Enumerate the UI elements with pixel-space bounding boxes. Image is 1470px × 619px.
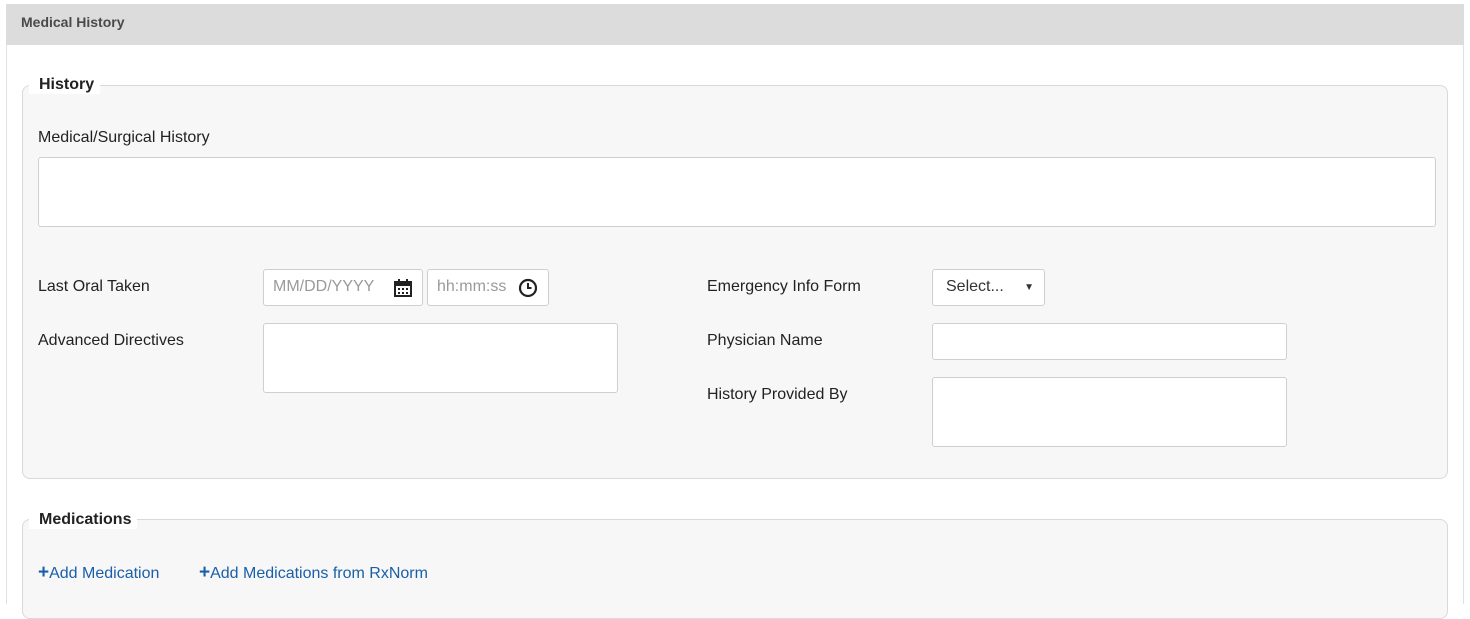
plus-icon: +: [38, 562, 50, 583]
caret-down-icon: ▼: [1024, 282, 1034, 293]
advanced-directives-textarea[interactable]: [263, 323, 618, 393]
add-medication-label: Add Medication: [49, 565, 160, 582]
add-medications-rxnorm-link[interactable]: +Add Medications from RxNorm: [199, 562, 428, 584]
medical-surgical-history-textarea[interactable]: [38, 157, 1436, 227]
emergency-info-selected: Select...: [946, 278, 1004, 295]
physician-name-label: Physician Name: [707, 332, 823, 349]
date-placeholder: MM/DD/YYYY: [273, 278, 375, 295]
history-provided-by-label: History Provided By: [707, 386, 848, 403]
add-rxnorm-label: Add Medications from RxNorm: [210, 565, 428, 582]
last-oral-date-input[interactable]: MM/DD/YYYY: [263, 269, 423, 306]
calendar-icon[interactable]: [393, 278, 413, 298]
history-provided-by-textarea[interactable]: [932, 377, 1287, 447]
medications-legend: Medications: [29, 511, 138, 529]
plus-icon: +: [199, 562, 211, 583]
emergency-info-form-label: Emergency Info Form: [707, 278, 861, 295]
panel-header: Medical History: [6, 4, 1464, 45]
advanced-directives-label: Advanced Directives: [38, 332, 184, 349]
emergency-info-form-select[interactable]: Select... ▼: [932, 269, 1045, 306]
physician-name-input[interactable]: [932, 323, 1287, 360]
medical-surgical-history-label: Medical/Surgical History: [38, 129, 210, 146]
clock-icon[interactable]: [518, 278, 538, 298]
panel-title: Medical History: [21, 14, 125, 30]
time-placeholder: hh:mm:ss: [437, 278, 507, 295]
history-legend: History: [29, 76, 101, 94]
last-oral-time-input[interactable]: hh:mm:ss: [427, 269, 549, 306]
last-oral-taken-label: Last Oral Taken: [38, 278, 150, 295]
add-medication-link[interactable]: +Add Medication: [38, 562, 159, 584]
